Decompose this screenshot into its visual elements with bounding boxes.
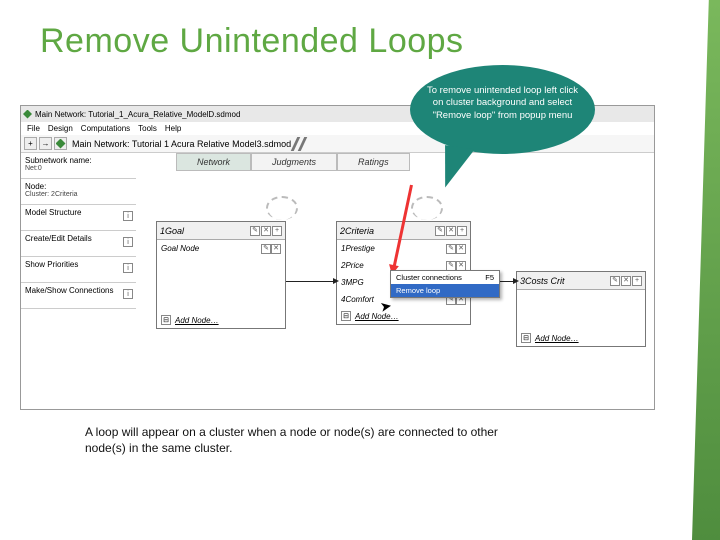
application-window: Main Network: Tutorial_1_Acura_Relative_…: [20, 105, 655, 410]
label: Node:: [25, 182, 132, 191]
sidebar-connections[interactable]: Make/Show Connections i: [21, 283, 136, 309]
toolbar-arrow-button[interactable]: →: [39, 137, 52, 150]
cluster-title: 1Goal: [160, 226, 250, 236]
cluster-header[interactable]: 1Goal ✎ ✕ +: [157, 222, 285, 240]
self-loop-indicator: [411, 196, 443, 220]
cluster-footer: ⊟ Add Node…: [517, 330, 645, 346]
menu-item-remove-loop[interactable]: Remove loop: [391, 284, 499, 297]
diamond-icon: [56, 139, 66, 149]
arrowhead-icon: [333, 278, 339, 284]
context-menu[interactable]: Cluster connections F5 Remove loop: [390, 270, 500, 298]
collapse-icon[interactable]: ⊟: [341, 311, 351, 321]
slide-footnote: A loop will appear on a cluster when a n…: [85, 425, 505, 456]
node-label: Goal Node: [161, 244, 261, 253]
menu-help[interactable]: Help: [165, 124, 181, 133]
label: Create/Edit Details: [25, 234, 132, 243]
node-prestige[interactable]: 1Prestige ✎ ✕: [337, 240, 470, 257]
cluster-body[interactable]: [157, 257, 285, 312]
tab-judgments[interactable]: Judgments: [251, 153, 337, 171]
collapse-icon[interactable]: ⊟: [521, 333, 531, 343]
toolbar-title: Main Network: Tutorial 1 Acura Relative …: [72, 139, 291, 149]
self-loop-indicator: [266, 196, 298, 220]
slide-accent: [692, 0, 720, 540]
label: Model Structure: [25, 208, 132, 217]
sidebar: Subnetwork name: Net:0 Node: Cluster: 2C…: [21, 153, 136, 309]
plus-icon[interactable]: +: [632, 276, 642, 286]
cluster-footer: ⊟ Add Node…: [157, 312, 285, 328]
menu-label: Remove loop: [396, 286, 440, 295]
edit-icon[interactable]: ✎: [610, 276, 620, 286]
arrowhead-icon: [513, 278, 519, 284]
sidebar-create-edit[interactable]: Create/Edit Details i: [21, 231, 136, 257]
close-icon[interactable]: ✕: [261, 226, 271, 236]
menu-tools[interactable]: Tools: [138, 124, 157, 133]
sidebar-node: Node: Cluster: 2Criteria: [21, 179, 136, 205]
info-icon[interactable]: i: [123, 263, 133, 273]
callout-text: To remove unintended loop left click on …: [427, 85, 578, 121]
cluster-goal[interactable]: 1Goal ✎ ✕ + Goal Node ✎ ✕ ⊟ Add Node…: [156, 221, 286, 329]
close-icon[interactable]: ✕: [271, 244, 281, 254]
cursor-icon: ➤: [379, 297, 394, 316]
connector-line: [286, 281, 336, 282]
toolbar-network-icon[interactable]: [54, 137, 67, 150]
value: Net:0: [25, 165, 132, 172]
close-icon[interactable]: ✕: [446, 226, 456, 236]
menu-item-cluster-connections[interactable]: Cluster connections F5: [391, 271, 499, 284]
cluster-footer: ⊟ Add Node…: [337, 308, 470, 324]
plus-icon: +: [28, 140, 33, 148]
menu-computations[interactable]: Computations: [81, 124, 130, 133]
info-icon[interactable]: i: [123, 289, 133, 299]
window-title: Main Network: Tutorial_1_Acura_Relative_…: [35, 110, 240, 119]
plus-icon[interactable]: +: [272, 226, 282, 236]
tab-bar: Network Judgments Ratings: [176, 153, 410, 171]
collapse-icon[interactable]: ⊟: [161, 315, 171, 325]
cluster-title: 2Criteria: [340, 226, 435, 236]
plus-icon[interactable]: +: [457, 226, 467, 236]
node-goal[interactable]: Goal Node ✎ ✕: [157, 240, 285, 257]
cluster-body[interactable]: [517, 290, 645, 330]
menu-file[interactable]: File: [27, 124, 40, 133]
sidebar-subnetwork: Subnetwork name: Net:0: [21, 153, 136, 179]
close-icon[interactable]: ✕: [456, 261, 466, 271]
arrow-icon: →: [42, 140, 50, 148]
label: Subnetwork name:: [25, 156, 132, 165]
edit-icon[interactable]: ✎: [435, 226, 445, 236]
label: Make/Show Connections: [25, 286, 132, 295]
edit-icon[interactable]: ✎: [261, 244, 271, 254]
menu-label: Cluster connections: [396, 273, 462, 282]
tab-ratings[interactable]: Ratings: [337, 153, 410, 171]
tab-network[interactable]: Network: [176, 153, 251, 171]
slide-title: Remove Unintended Loops: [0, 0, 720, 61]
menu-shortcut: F5: [485, 273, 494, 282]
sidebar-show-priorities[interactable]: Show Priorities i: [21, 257, 136, 283]
label: Show Priorities: [25, 260, 132, 269]
value: Cluster: 2Criteria: [25, 191, 132, 198]
edit-icon[interactable]: ✎: [446, 244, 456, 254]
app-icon: [23, 110, 32, 119]
edit-icon[interactable]: ✎: [446, 261, 456, 271]
edit-icon[interactable]: ✎: [250, 226, 260, 236]
callout-bubble: To remove unintended loop left click on …: [410, 65, 595, 154]
cluster-costs[interactable]: 3Costs Crit ✎ ✕ + ⊟ Add Node…: [516, 271, 646, 347]
sidebar-model-structure[interactable]: Model Structure i: [21, 205, 136, 231]
info-icon[interactable]: i: [123, 211, 133, 221]
add-node-link[interactable]: Add Node…: [175, 316, 219, 325]
add-node-link[interactable]: Add Node…: [535, 334, 579, 343]
menu-design[interactable]: Design: [48, 124, 73, 133]
close-icon[interactable]: ✕: [456, 244, 466, 254]
node-label: 1Prestige: [341, 244, 446, 253]
toolbar-plus-button[interactable]: +: [24, 137, 37, 150]
close-icon[interactable]: ✕: [621, 276, 631, 286]
cluster-title: 3Costs Crit: [520, 276, 610, 286]
cluster-header[interactable]: 3Costs Crit ✎ ✕ +: [517, 272, 645, 290]
info-icon[interactable]: i: [123, 237, 133, 247]
